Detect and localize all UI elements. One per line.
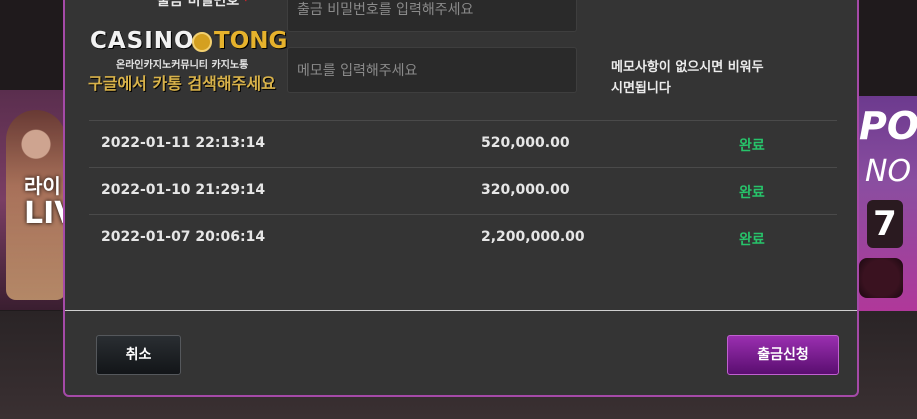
watermark-search-hint: 구글에서 카통 검색해주세요: [88, 74, 276, 93]
history-row: 2022-01-07 20:06:14 2,200,000.00 완료: [89, 214, 837, 261]
history-amount: 320,000.00: [481, 182, 570, 198]
right-banner-sub: NO: [865, 154, 912, 189]
withdraw-submit-button[interactable]: 출금신청: [727, 335, 839, 375]
history-status: 완료: [739, 232, 765, 248]
history-amount: 520,000.00: [481, 135, 570, 151]
cancel-button[interactable]: 취소: [96, 335, 181, 375]
memo-placeholder: 메모를 입력해주세요: [297, 63, 418, 79]
password-placeholder: 출금 비밀번호를 입력해주세요: [297, 2, 474, 18]
history-amount: 2,200,000.00: [481, 229, 585, 245]
memo-note: 메모사항이 없으시면 비워두 시면됩니다: [611, 57, 764, 99]
history-row: 2022-01-11 22:13:14 520,000.00 완료: [89, 120, 837, 167]
history-status: 완료: [739, 185, 765, 201]
history-row: 2022-01-10 21:29:14 320,000.00 완료: [89, 167, 837, 214]
memo-note-line2: 시면됩니다: [611, 81, 671, 96]
history-status: 완료: [739, 138, 765, 154]
watermark-brand-left: CASINO: [90, 28, 195, 54]
history-date: 2022-01-11 22:13:14: [101, 135, 266, 151]
watermark-tagline: 온라인카지노커뮤니티 카지노통: [116, 60, 249, 71]
slot-seven-icon: 7: [867, 200, 903, 248]
password-label: 출금 비밀번호 *: [157, 0, 249, 10]
casino-chip-icon: [192, 32, 212, 52]
memo-note-line1: 메모사항이 없으시면 비워두: [611, 60, 764, 75]
history-date: 2022-01-10 21:29:14: [101, 182, 266, 198]
footer-divider: [65, 310, 857, 311]
withdraw-history-list: 2022-01-11 22:13:14 520,000.00 완료 2022-0…: [89, 120, 837, 261]
history-date: 2022-01-07 20:06:14: [101, 229, 266, 245]
right-banner: PO NO 7: [855, 96, 917, 311]
dice-icon: [859, 258, 903, 298]
casinotong-watermark: CASINO TONG 온라인카지노커뮤니티 카지노통 구글에서 카통 검색해주…: [88, 28, 292, 96]
right-banner-text: PO: [859, 104, 917, 148]
password-input[interactable]: 출금 비밀번호를 입력해주세요: [287, 0, 577, 32]
memo-input[interactable]: 메모를 입력해주세요: [287, 47, 577, 93]
left-banner-text: 라이: [24, 174, 61, 198]
required-mark: *: [242, 0, 250, 9]
watermark-brand-right: TONG: [214, 28, 288, 54]
password-label-text: 출금 비밀번호: [157, 0, 240, 9]
